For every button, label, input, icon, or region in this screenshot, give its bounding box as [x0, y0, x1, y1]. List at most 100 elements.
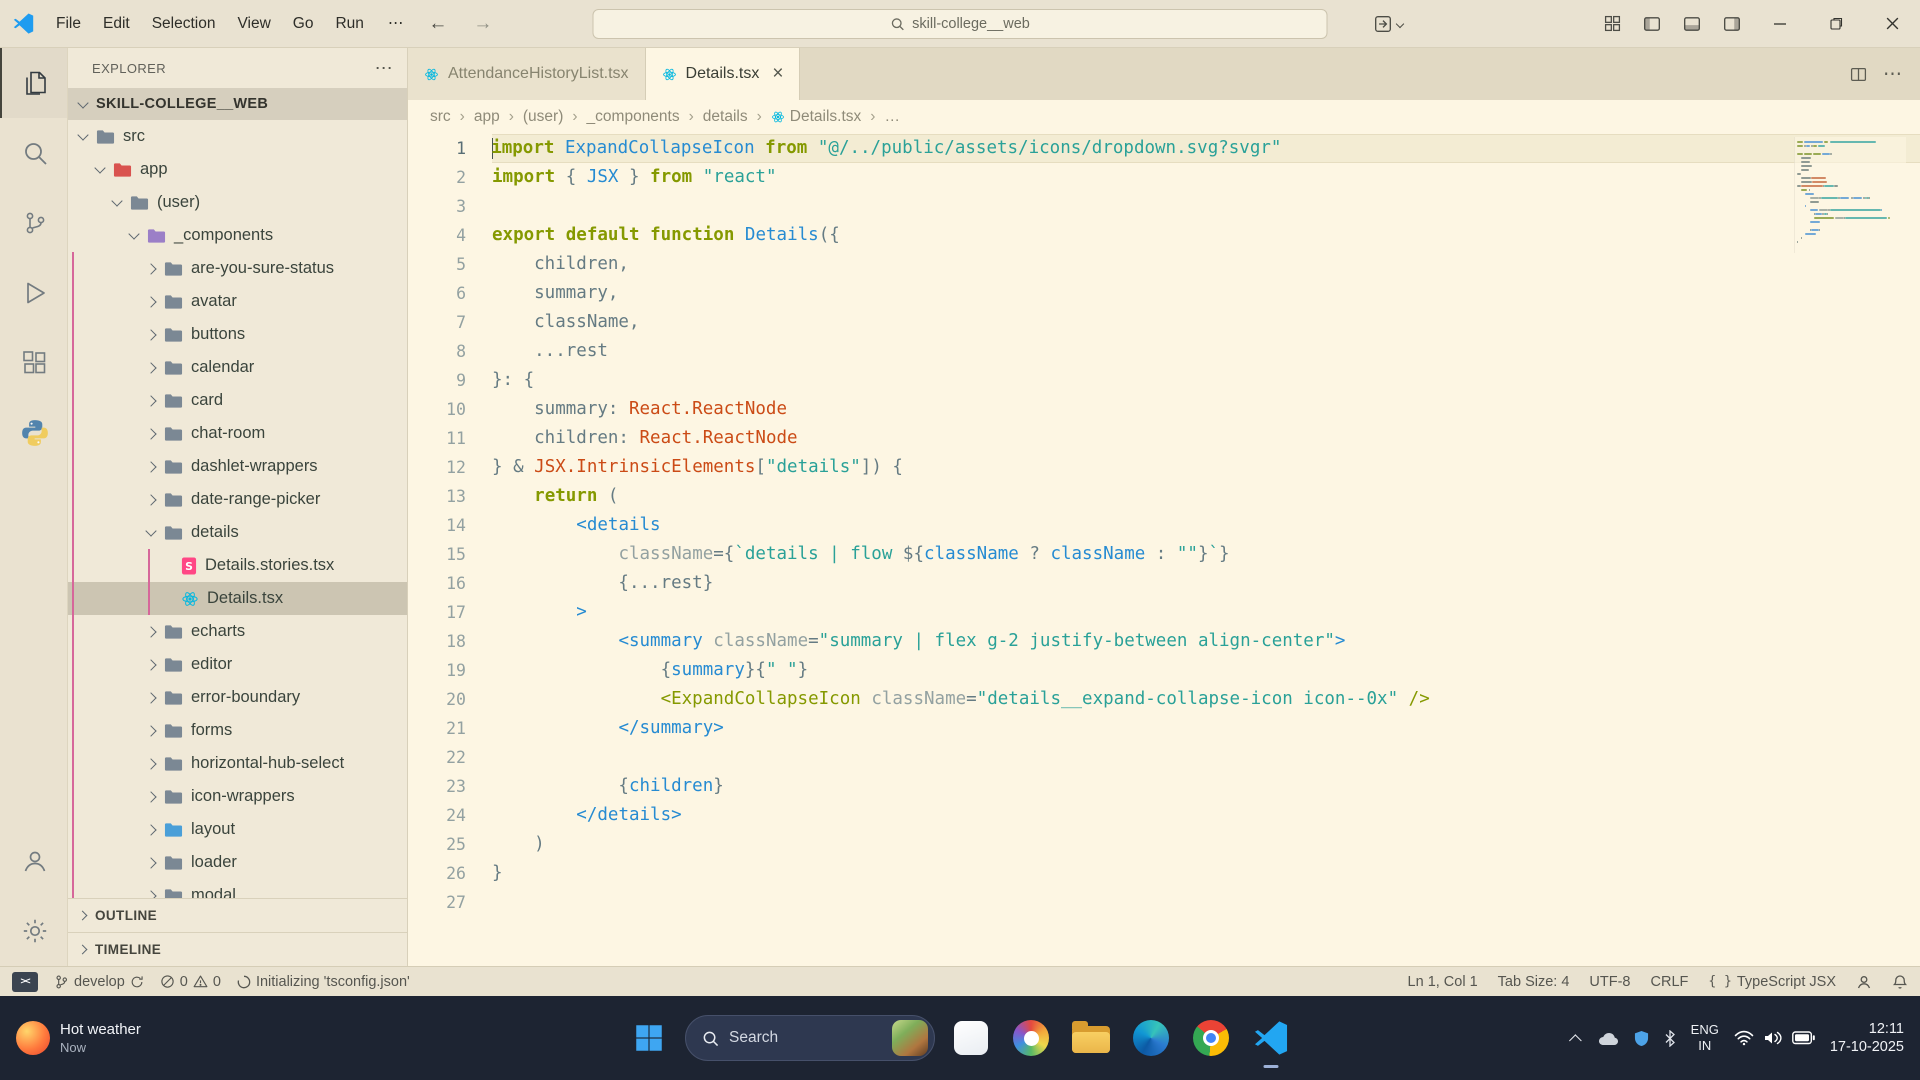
quick-settings[interactable] [1734, 1030, 1815, 1046]
code-line-21[interactable]: 21 </summary> [408, 714, 1920, 743]
workspace-root-folder[interactable]: SKILL-COLLEGE__WEB [68, 88, 407, 120]
code-text[interactable]: <ExpandCollapseIcon className="details__… [492, 685, 1920, 714]
code-text[interactable]: > [492, 598, 1920, 627]
tree-item[interactable]: Details.tsx [68, 582, 407, 615]
code-line-18[interactable]: 18 <summary className="summary | flex g-… [408, 627, 1920, 656]
search-activity-icon[interactable] [0, 118, 67, 188]
restore-button[interactable] [1808, 0, 1864, 47]
code-line-26[interactable]: 26} [408, 859, 1920, 888]
command-center-search[interactable]: skill-college__web [593, 9, 1328, 39]
code-text[interactable]: <summary className="summary | flex g-2 j… [492, 627, 1920, 656]
tree-item[interactable]: src [68, 120, 407, 153]
code-line-16[interactable]: 16 {...rest} [408, 569, 1920, 598]
breadcrumb-item[interactable]: Details.tsx [771, 108, 862, 126]
line-number[interactable]: 12 [408, 453, 492, 482]
line-number[interactable]: 9 [408, 366, 492, 395]
encoding-status[interactable]: UTF-8 [1589, 974, 1630, 990]
menu-edit[interactable]: Edit [92, 10, 141, 37]
hidden-icons-chevron[interactable] [1569, 1034, 1582, 1047]
tree-item[interactable]: calendar [68, 351, 407, 384]
code-line-14[interactable]: 14 <details [408, 511, 1920, 540]
line-number[interactable]: 17 [408, 598, 492, 627]
tree-item[interactable]: forms [68, 714, 407, 747]
code-line-5[interactable]: 5 children, [408, 250, 1920, 279]
tree-item[interactable]: echarts [68, 615, 407, 648]
line-number[interactable]: 11 [408, 424, 492, 453]
source-control-activity-icon[interactable] [0, 188, 67, 258]
language-indicator[interactable]: ENG IN [1691, 1022, 1719, 1053]
manage-activity-icon[interactable] [0, 896, 67, 966]
line-number[interactable]: 27 [408, 888, 492, 917]
close-button[interactable] [1864, 0, 1920, 47]
line-number[interactable]: 16 [408, 569, 492, 598]
code-line-3[interactable]: 3 [408, 192, 1920, 221]
code-text[interactable]: summary, [492, 279, 1920, 308]
code-text[interactable]: {children} [492, 772, 1920, 801]
code-text[interactable] [492, 743, 1920, 772]
code-line-19[interactable]: 19 {summary}{" "} [408, 656, 1920, 685]
tree-item[interactable]: chat-room [68, 417, 407, 450]
line-number[interactable]: 18 [408, 627, 492, 656]
loading-status[interactable]: Initializing 'tsconfig.json' [237, 974, 410, 990]
menu-go[interactable]: Go [282, 10, 325, 37]
tree-item[interactable]: date-range-picker [68, 483, 407, 516]
tree-item[interactable]: details [68, 516, 407, 549]
start-button[interactable] [625, 1014, 673, 1062]
tree-item[interactable]: app [68, 153, 407, 186]
line-number[interactable]: 25 [408, 830, 492, 859]
edge-icon[interactable] [1127, 1014, 1175, 1062]
forward-button[interactable]: → [461, 13, 504, 35]
line-number[interactable]: 13 [408, 482, 492, 511]
tree-item[interactable]: icon-wrappers [68, 780, 407, 813]
code-text[interactable]: }: { [492, 366, 1920, 395]
tab-AttendanceHistoryList.tsx[interactable]: AttendanceHistoryList.tsx [408, 48, 646, 100]
code-line-2[interactable]: 2import { JSX } from "react" [408, 163, 1920, 192]
code-line-9[interactable]: 9}: { [408, 366, 1920, 395]
tree-item[interactable]: buttons [68, 318, 407, 351]
chrome-icon[interactable] [1187, 1014, 1235, 1062]
code-line-17[interactable]: 17 > [408, 598, 1920, 627]
code-line-11[interactable]: 11 children: React.ReactNode [408, 424, 1920, 453]
breadcrumb-item[interactable]: … [884, 108, 900, 126]
menu-view[interactable]: View [226, 10, 281, 37]
weather-widget[interactable]: Hot weather Now [0, 1021, 141, 1055]
toggle-primary-sidebar-button[interactable] [1632, 0, 1672, 47]
vscode-icon[interactable] [1247, 1014, 1295, 1062]
menu-more-button[interactable]: ⋯ [377, 9, 415, 38]
customize-layout-button[interactable] [1592, 0, 1632, 47]
code-text[interactable]: <details [492, 511, 1920, 540]
search-highlight-image[interactable] [892, 1020, 928, 1056]
eol-status[interactable]: CRLF [1651, 974, 1689, 990]
code-text[interactable]: {...rest} [492, 569, 1920, 598]
line-number[interactable]: 3 [408, 192, 492, 221]
line-number[interactable]: 5 [408, 250, 492, 279]
tree-item[interactable]: avatar [68, 285, 407, 318]
line-number[interactable]: 24 [408, 801, 492, 830]
code-line-7[interactable]: 7 className, [408, 308, 1920, 337]
code-editor[interactable]: 1import ExpandCollapseIcon from "@/../pu… [408, 134, 1920, 966]
tree-item[interactable]: editor [68, 648, 407, 681]
bluetooth-icon[interactable] [1664, 1030, 1676, 1047]
breadcrumb-item[interactable]: _components [587, 108, 680, 126]
tree-item[interactable]: card [68, 384, 407, 417]
code-text[interactable]: ...rest [492, 337, 1920, 366]
timeline-section[interactable]: TIMELINE [68, 932, 407, 966]
tree-item[interactable]: modal [68, 879, 407, 898]
tree-item[interactable]: _components [68, 219, 407, 252]
code-text[interactable]: className, [492, 308, 1920, 337]
minimize-button[interactable] [1752, 0, 1808, 47]
back-button[interactable]: ← [416, 13, 459, 35]
code-text[interactable]: export default function Details({ [492, 221, 1920, 250]
tree-item[interactable]: SDetails.stories.tsx [68, 549, 407, 582]
problems-status[interactable]: 0 0 [160, 974, 221, 990]
code-text[interactable] [492, 192, 1920, 221]
tab-Details.tsx[interactable]: Details.tsx× [646, 48, 801, 100]
line-number[interactable]: 23 [408, 772, 492, 801]
tree-item[interactable]: (user) [68, 186, 407, 219]
photos-icon[interactable] [1007, 1014, 1055, 1062]
code-text[interactable]: } [492, 859, 1920, 888]
minimap[interactable] [1794, 137, 1906, 253]
breadcrumb-item[interactable]: src [430, 108, 451, 126]
code-line-25[interactable]: 25 ) [408, 830, 1920, 859]
line-number[interactable]: 15 [408, 540, 492, 569]
